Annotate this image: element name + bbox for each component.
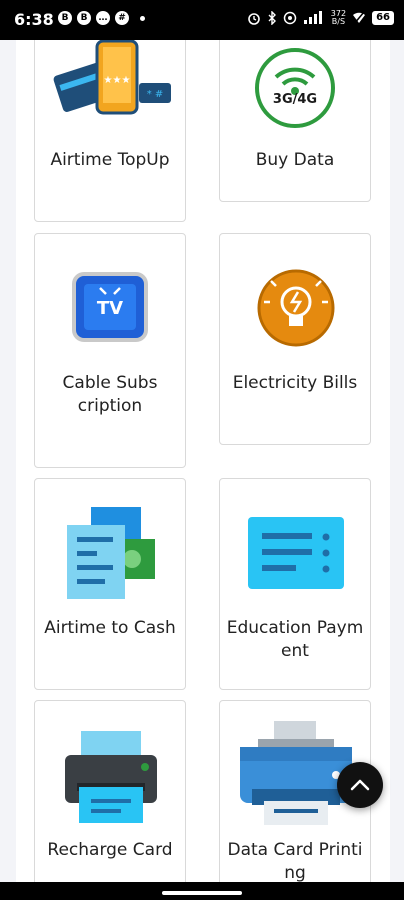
b-circle-icon: B: [77, 11, 91, 25]
chevron-up-icon: [350, 779, 370, 791]
network-speed: 372 B/S: [330, 9, 347, 26]
app-content: ★★★ * # Airtime TopUp 3G/4G Buy Data TV …: [0, 40, 404, 882]
service-label: Airtime to Cash: [44, 618, 176, 638]
recharge-card-printer-icon: [65, 731, 157, 823]
notification-icons: B B … #: [58, 11, 145, 25]
battery-icon: 66: [372, 11, 394, 25]
service-label: Cable Subscription: [62, 373, 158, 416]
scroll-to-top-button[interactable]: [337, 762, 383, 808]
service-card-airtime-to-cash[interactable]: Airtime to Cash: [34, 478, 186, 690]
airtime-topup-icon: ★★★ * #: [53, 40, 171, 115]
service-label: Buy Data: [255, 150, 335, 170]
service-label: Education Payment: [226, 618, 364, 661]
service-label: Recharge Card: [47, 840, 173, 860]
signal-icon: [303, 11, 322, 24]
svg-text:★★★: ★★★: [104, 75, 131, 86]
dot-icon: [140, 16, 145, 21]
alarm-icon: [247, 13, 260, 25]
data-badge-text: 3G/4G: [272, 92, 318, 107]
wifi-off-icon: [353, 11, 366, 25]
electricity-bulb-icon: [257, 269, 335, 347]
b-circle-icon: B: [58, 11, 72, 25]
education-payment-icon: [248, 517, 344, 589]
chat-bubble-icon: …: [96, 11, 110, 25]
svg-text:* #: * #: [147, 89, 164, 100]
clock: 6:38: [14, 10, 54, 29]
service-label: Electricity Bills: [232, 373, 358, 393]
service-label: Data Card Printing: [227, 840, 363, 882]
service-card-education-payment[interactable]: Education Payment: [219, 478, 371, 690]
navigation-bar: [0, 882, 404, 900]
airtime-to-cash-icon: [67, 507, 155, 599]
service-card-airtime-topup[interactable]: ★★★ * # Airtime TopUp: [34, 40, 186, 222]
tv-badge-text: TV: [96, 298, 124, 319]
service-card-electricity-bills[interactable]: Electricity Bills: [219, 233, 371, 445]
system-icons: 372 B/S 66: [247, 10, 394, 26]
service-label: Airtime TopUp: [50, 150, 170, 170]
slack-icon: #: [115, 11, 129, 25]
bluetooth-icon: [268, 11, 276, 25]
services-panel: ★★★ * # Airtime TopUp 3G/4G Buy Data TV …: [16, 40, 390, 882]
service-card-recharge-card[interactable]: Recharge Card: [34, 700, 186, 882]
buy-data-icon: [255, 48, 335, 128]
home-gesture-handle[interactable]: [162, 891, 242, 895]
service-card-buy-data[interactable]: 3G/4G Buy Data: [219, 40, 371, 202]
status-bar: 6:38 B B … # 372 B/S 66: [0, 0, 404, 40]
hotspot-icon: [283, 11, 297, 25]
service-card-cable-subscription[interactable]: TV Cable Subscription: [34, 233, 186, 468]
